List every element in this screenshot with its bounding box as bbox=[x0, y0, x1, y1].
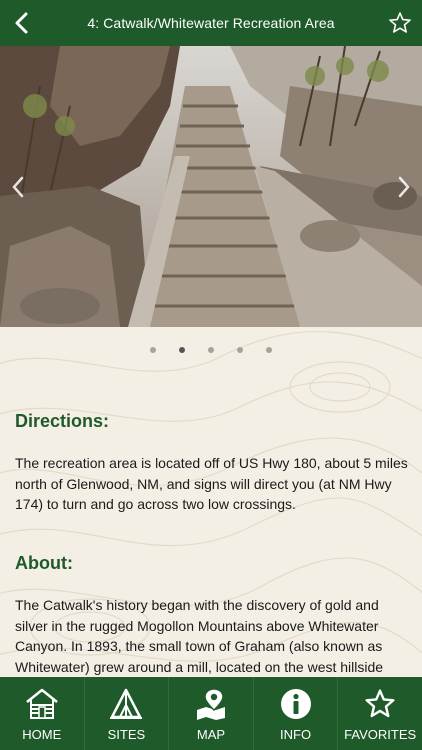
page-dot[interactable] bbox=[237, 347, 243, 353]
tab-map-label: MAP bbox=[196, 727, 226, 742]
directions-text: The recreation area is located off of US… bbox=[15, 455, 408, 512]
tab-map[interactable]: MAP bbox=[169, 677, 254, 750]
site-photo-carousel[interactable] bbox=[0, 46, 422, 327]
tab-sites[interactable]: SITES bbox=[85, 677, 170, 750]
favorite-button[interactable] bbox=[386, 9, 414, 37]
tab-home-label: HOME bbox=[22, 727, 62, 742]
tab-info-label: INFO bbox=[280, 727, 312, 742]
top-nav-bar: 4: Catwalk/Whitewater Recreation Area bbox=[0, 0, 422, 46]
cabin-icon bbox=[26, 688, 58, 719]
page-dot[interactable] bbox=[150, 347, 156, 353]
about-text: The Catwalk's history began with the dis… bbox=[15, 597, 384, 675]
chevron-left-icon bbox=[15, 12, 28, 34]
page-dot[interactable] bbox=[266, 347, 272, 353]
tab-favorites[interactable]: FAVORITES bbox=[338, 677, 422, 750]
site-details[interactable]: Directions: The recreation area is locat… bbox=[0, 327, 422, 677]
site-photo bbox=[0, 46, 422, 327]
back-button[interactable] bbox=[8, 9, 36, 37]
star-icon bbox=[365, 689, 395, 718]
directions-heading: Directions: bbox=[15, 411, 110, 431]
carousel-page-indicator[interactable] bbox=[0, 347, 422, 353]
tab-favorites-label: FAVORITES bbox=[344, 727, 417, 742]
tab-info[interactable]: INFO bbox=[254, 677, 339, 750]
map-pin-icon bbox=[196, 688, 225, 720]
page-dot-active[interactable] bbox=[179, 347, 185, 353]
page-title: 4: Catwalk/Whitewater Recreation Area bbox=[87, 15, 335, 31]
chevron-right-icon bbox=[398, 176, 410, 198]
chevron-left-icon bbox=[12, 176, 24, 198]
page-dot[interactable] bbox=[208, 347, 214, 353]
about-heading: About: bbox=[15, 553, 73, 573]
tent-icon bbox=[110, 688, 143, 719]
carousel-prev-button[interactable] bbox=[6, 172, 30, 202]
bottom-tab-bar: HOME SITES MAP INFO FAVORITES bbox=[0, 677, 422, 750]
tab-home[interactable]: HOME bbox=[0, 677, 85, 750]
tab-sites-label: SITES bbox=[107, 727, 146, 742]
star-outline-icon bbox=[389, 12, 411, 33]
carousel-next-button[interactable] bbox=[392, 172, 416, 202]
info-icon bbox=[280, 689, 311, 719]
